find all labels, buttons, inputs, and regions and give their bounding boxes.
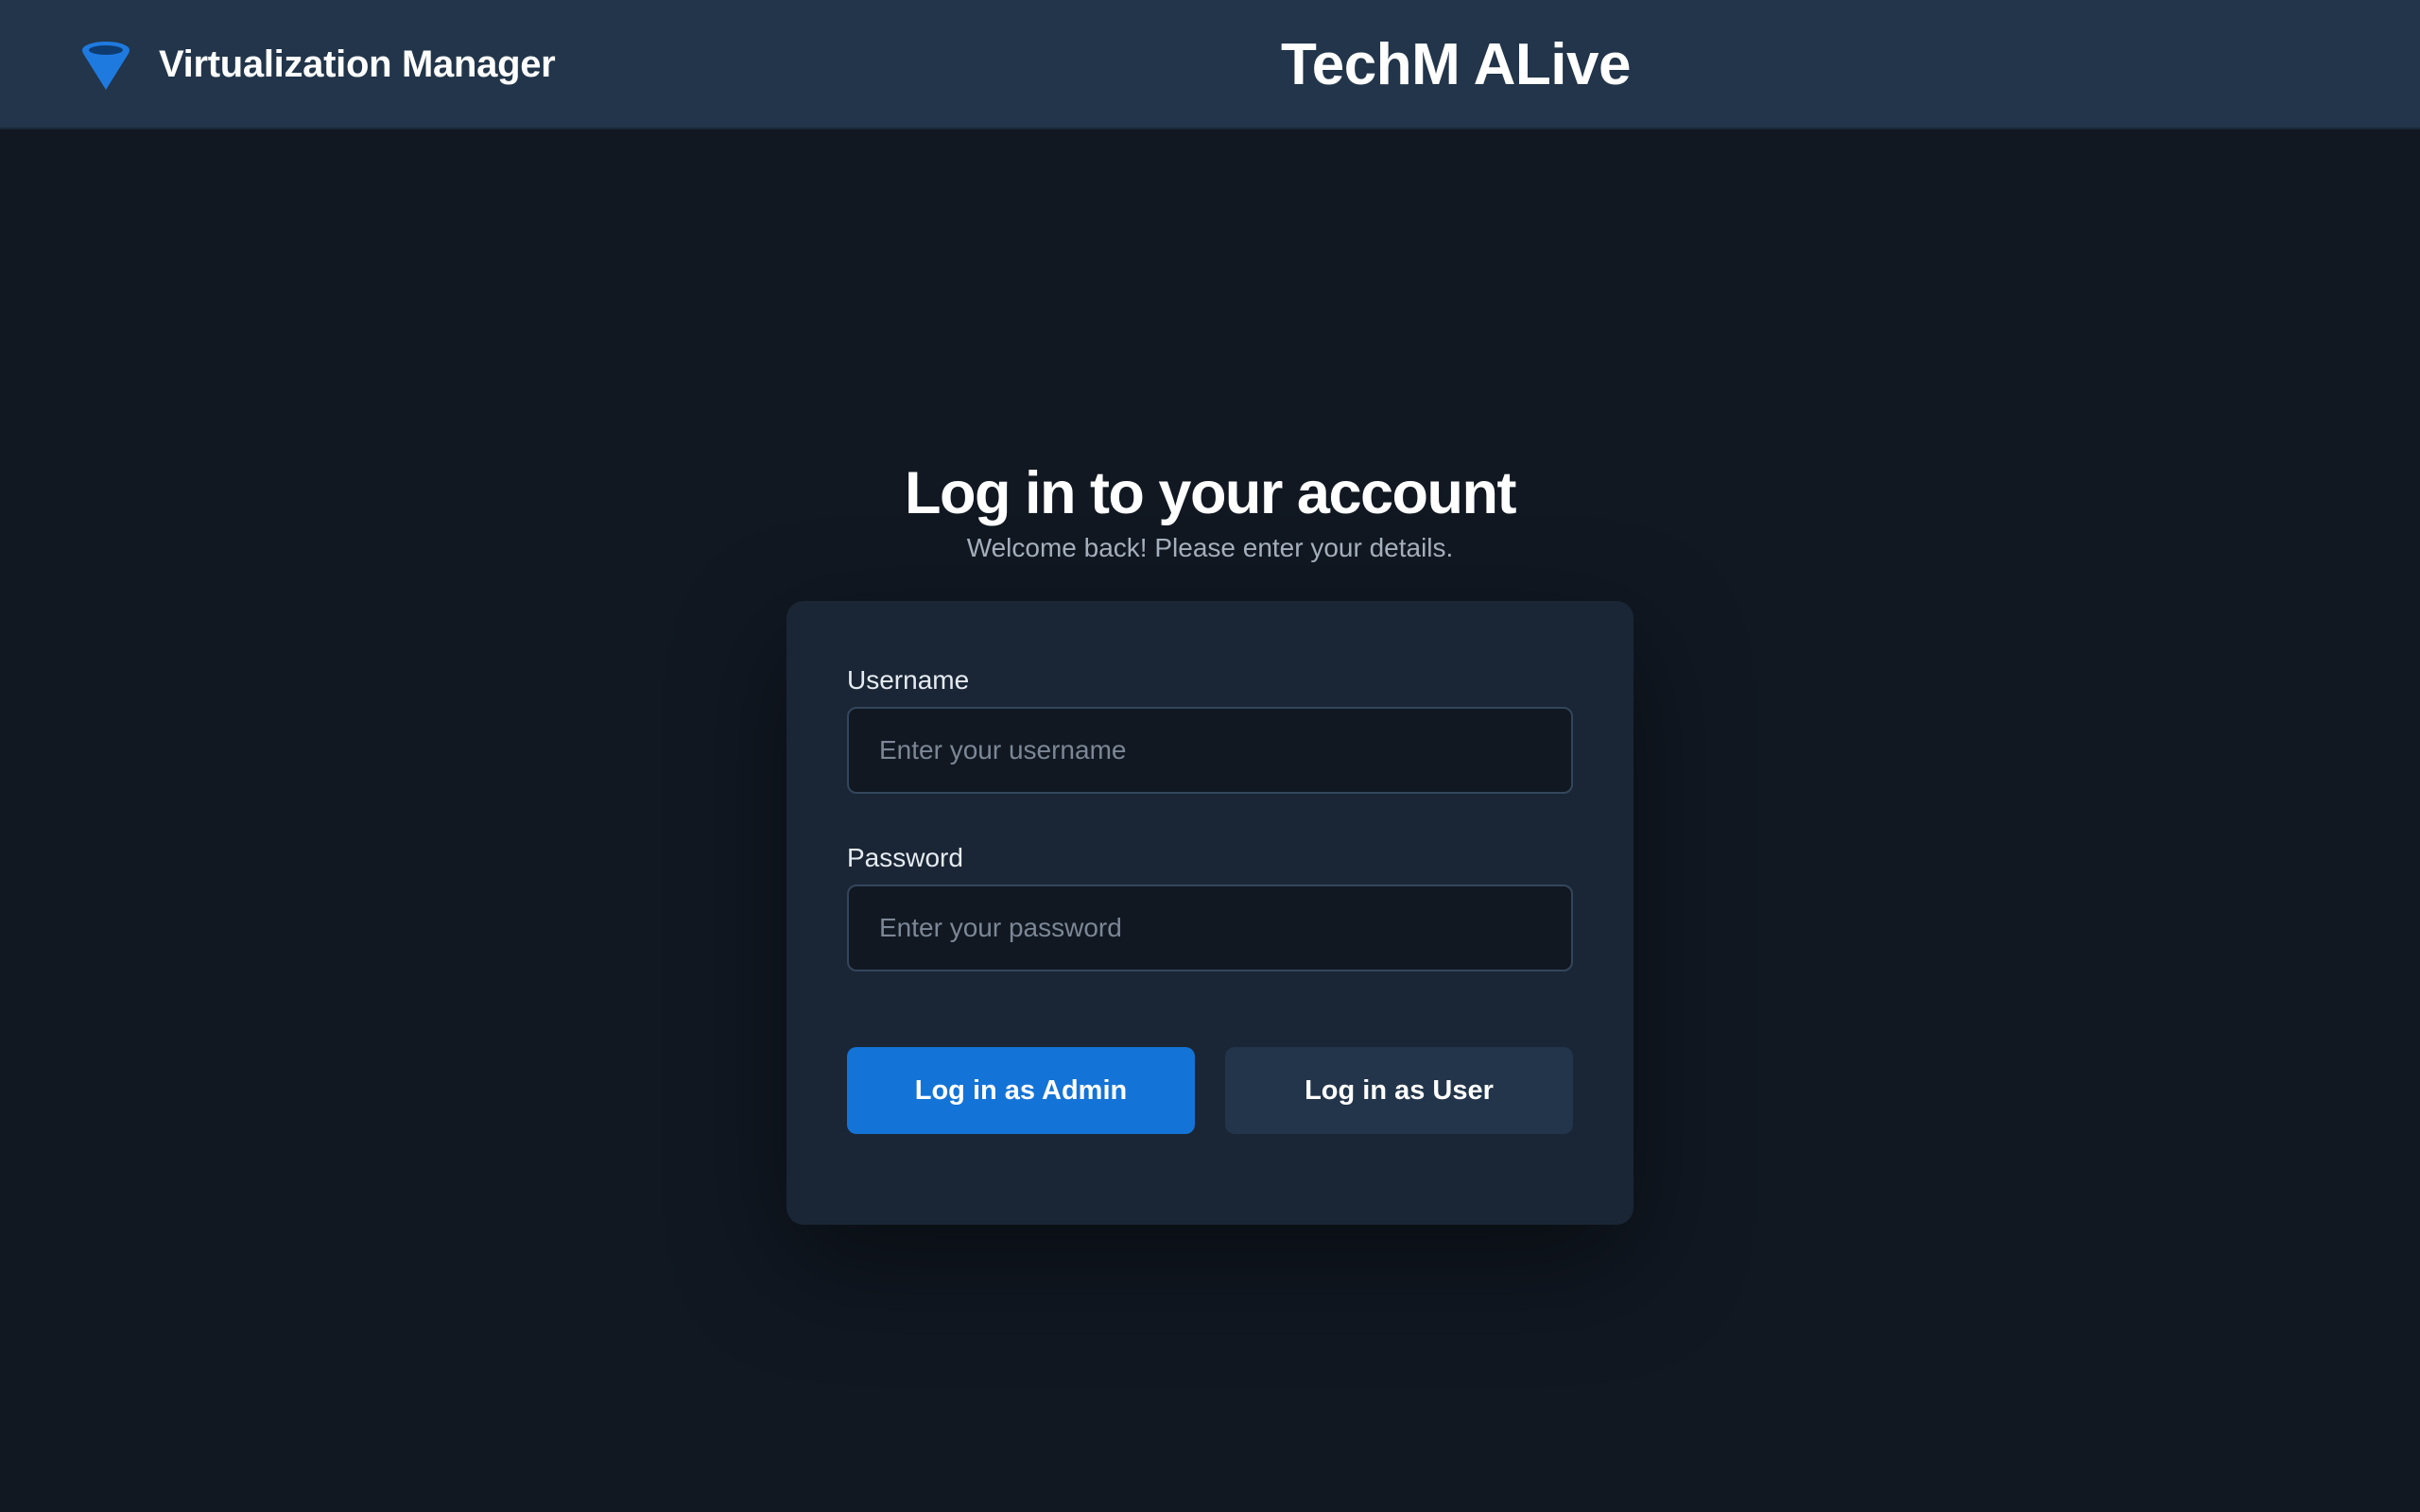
funnel-icon [82, 41, 130, 90]
app-root: Virtualization Manager TechM ALive Log i… [0, 0, 2420, 1512]
header-title: TechM ALive [1280, 32, 1632, 97]
page-title: Log in to your account [905, 460, 1516, 527]
page-subtitle: Welcome back! Please enter your details. [966, 533, 1454, 562]
password-field[interactable] [847, 885, 1573, 971]
username-label: Username [847, 665, 970, 695]
login-user-button[interactable]: Log in as User [1225, 1047, 1573, 1134]
brand[interactable]: Virtualization Manager [79, 0, 556, 129]
app-name: Virtualization Manager [159, 43, 556, 85]
username-field[interactable] [847, 707, 1573, 794]
password-label: Password [847, 843, 963, 872]
top-header: Virtualization Manager TechM ALive [0, 0, 2420, 129]
login-card: Username Password Log in as Admin Log in… [786, 601, 1634, 1225]
login-admin-button[interactable]: Log in as Admin [847, 1047, 1195, 1134]
